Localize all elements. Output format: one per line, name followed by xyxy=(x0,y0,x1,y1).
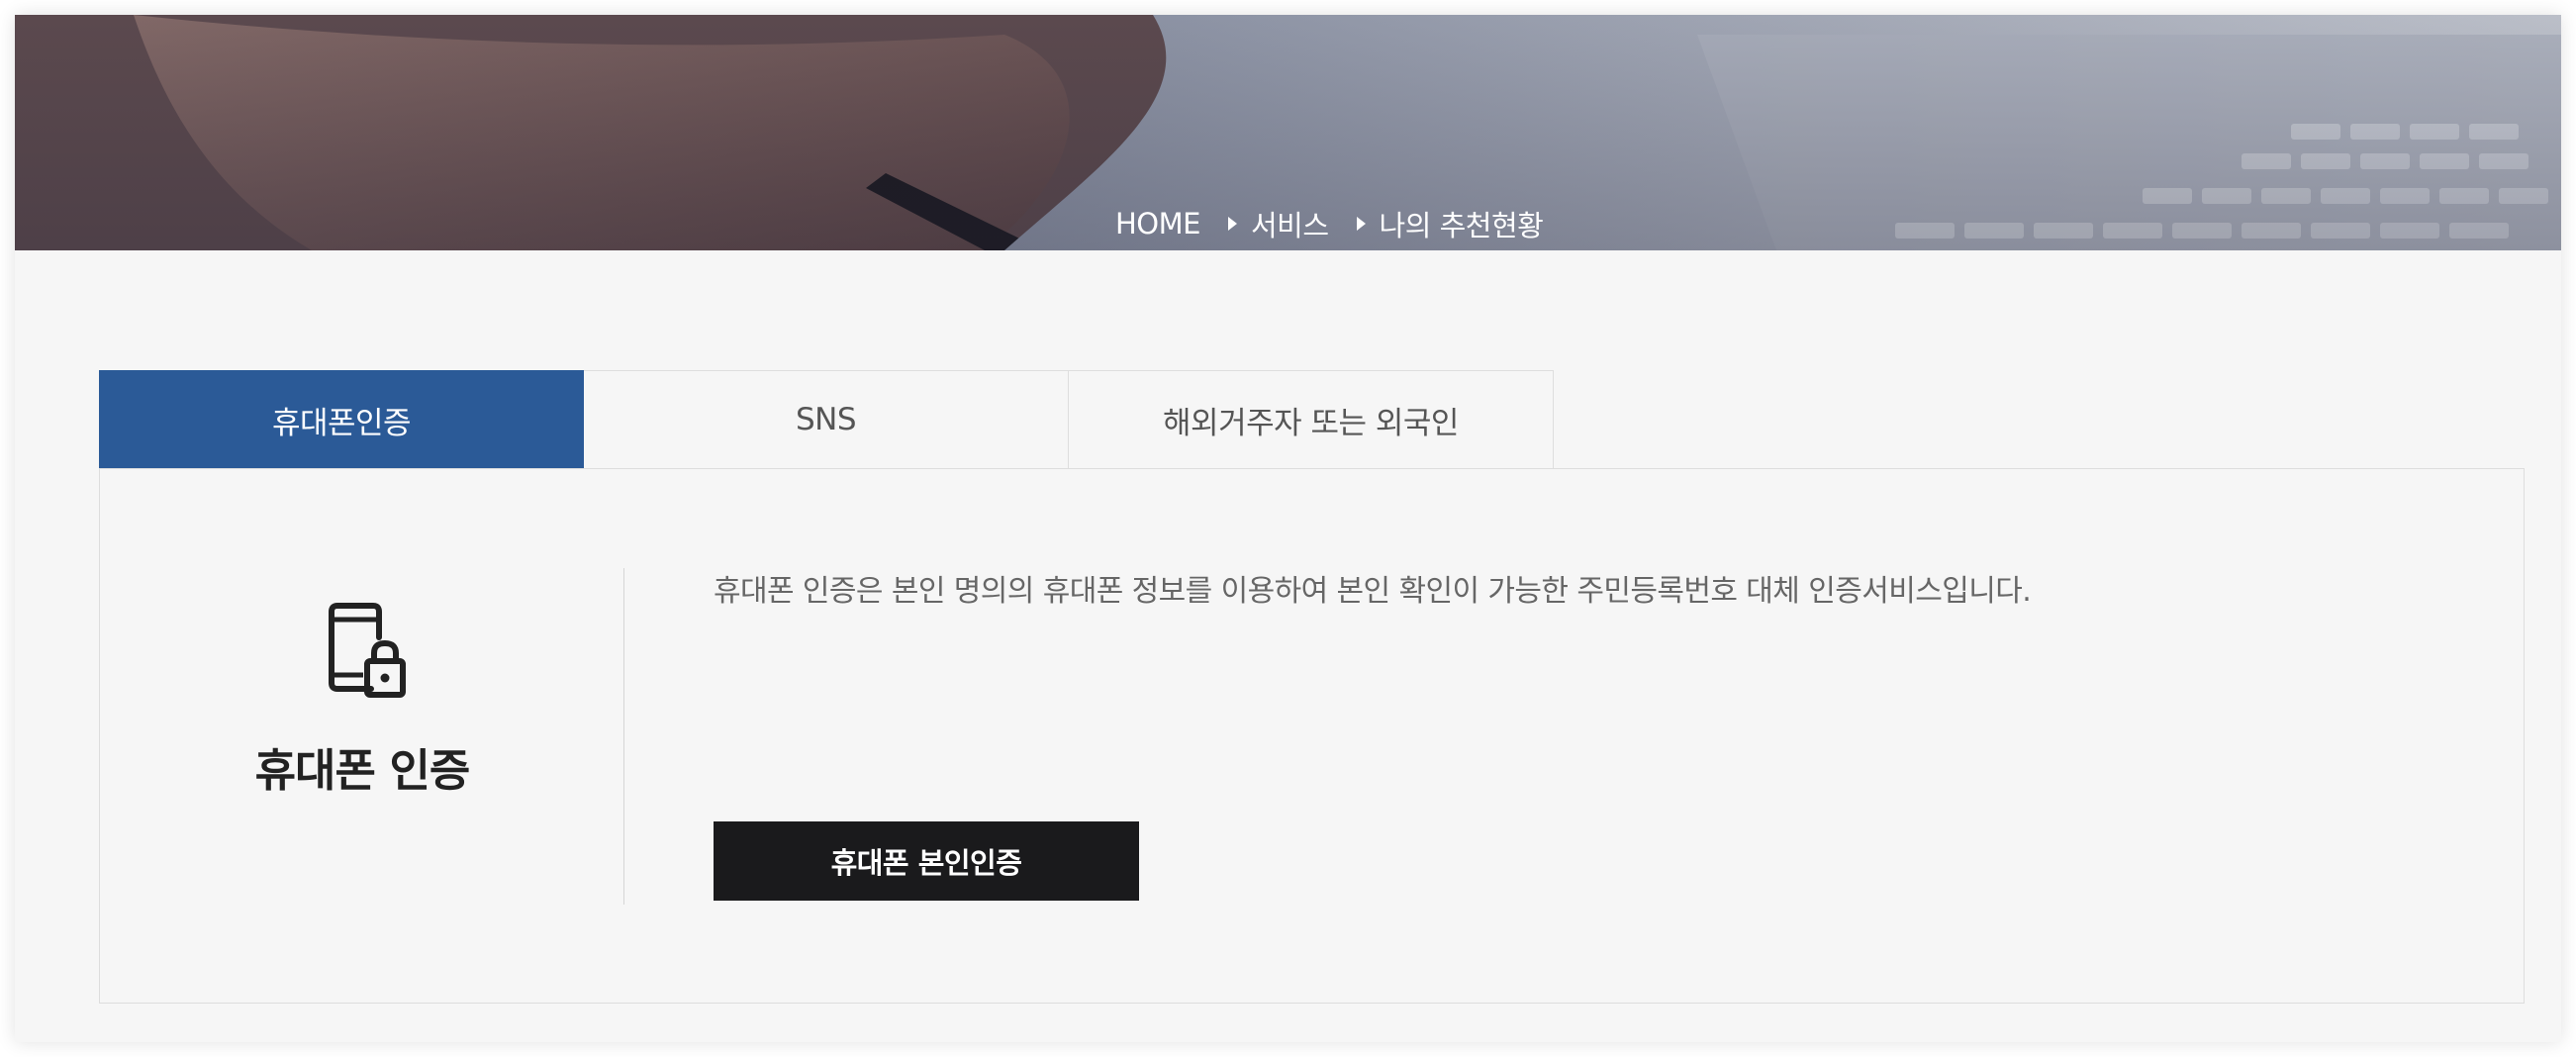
breadcrumb-arrow-icon xyxy=(1227,217,1237,231)
auth-panel: 휴대폰 인증 휴대폰 인증은 본인 명의의 휴대폰 정보를 이용하여 본인 확인… xyxy=(99,468,2525,1004)
phone-verify-button[interactable]: 휴대폰 본인인증 xyxy=(714,821,1139,901)
tab-overseas-foreigner[interactable]: 해외거주자 또는 외국인 xyxy=(1069,370,1554,468)
phone-lock-icon xyxy=(329,603,406,698)
breadcrumb-home[interactable]: HOME xyxy=(1115,207,1200,240)
breadcrumb: HOME 서비스 나의 추천현황 xyxy=(1115,203,1544,244)
panel-divider xyxy=(623,568,624,905)
auth-method-summary: 휴대폰 인증 xyxy=(100,469,624,1003)
tab-sns[interactable]: SNS xyxy=(584,370,1069,468)
auth-tabs: 휴대폰인증 SNS 해외거주자 또는 외국인 xyxy=(99,370,1554,468)
auth-method-title: 휴대폰 인증 xyxy=(254,744,471,797)
tab-phone-auth[interactable]: 휴대폰인증 xyxy=(99,370,584,468)
breadcrumb-current: 나의 추천현황 xyxy=(1379,209,1544,242)
auth-description: 휴대폰 인증은 본인 명의의 휴대폰 정보를 이용하여 본인 확인이 가능한 주… xyxy=(714,574,2032,609)
hero-banner: HOME 서비스 나의 추천현황 xyxy=(15,15,2561,250)
page-frame: HOME 서비스 나의 추천현황 휴대폰인증 SNS 해외거주자 또는 외국인 … xyxy=(15,15,2561,1042)
breadcrumb-service[interactable]: 서비스 xyxy=(1251,203,1329,244)
breadcrumb-arrow-icon xyxy=(1356,217,1366,231)
